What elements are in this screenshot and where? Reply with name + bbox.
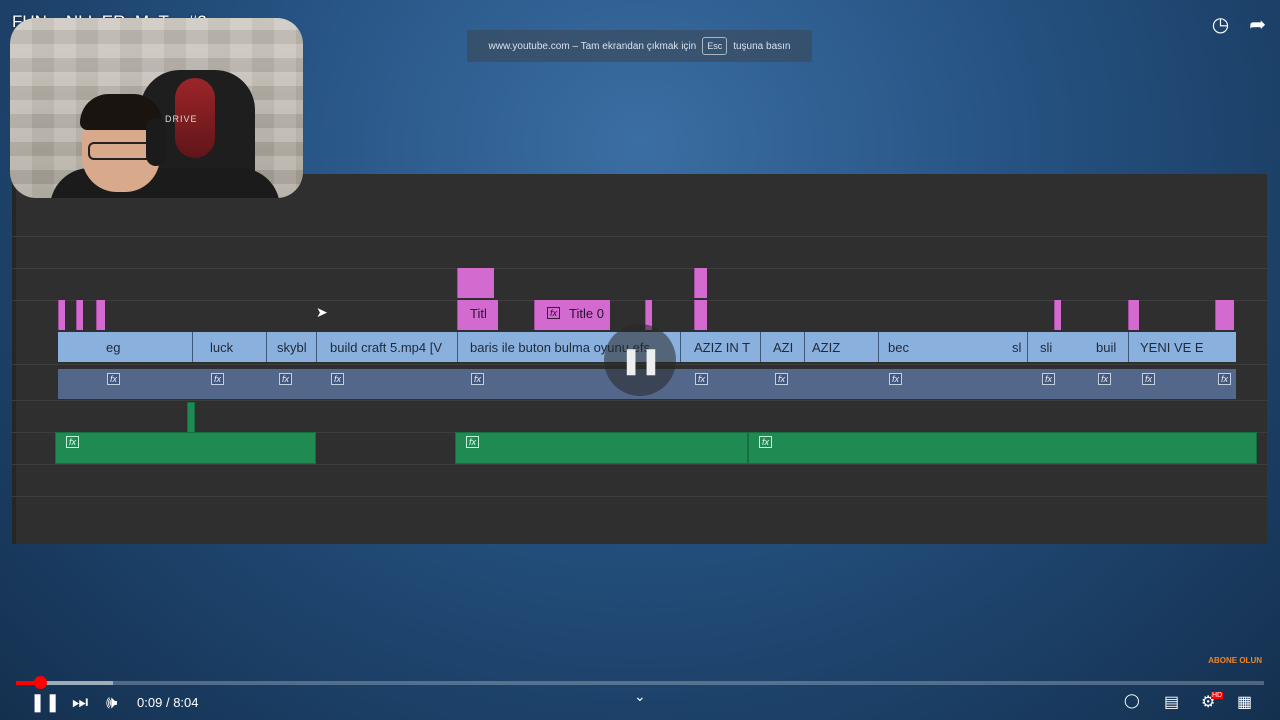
video-clip-label: bec: [888, 340, 909, 355]
track-header-column: [12, 174, 16, 544]
title-clip[interactable]: [1215, 300, 1234, 330]
fx-badge[interactable]: fx: [695, 373, 709, 385]
green-clip[interactable]: fx: [55, 432, 316, 464]
clip-boundary: [266, 332, 267, 362]
exit-fullscreen-icon[interactable]: ▦: [1237, 692, 1252, 712]
video-clip-label: sli: [1040, 340, 1053, 355]
fx-badge[interactable]: fx: [331, 373, 345, 385]
clip-boundary: [192, 332, 193, 362]
video-clip-label: build craft 5.mp4 [V: [330, 340, 442, 355]
title-clip[interactable]: [76, 300, 83, 330]
hd-badge: HD: [1211, 692, 1224, 699]
title-clip-stack[interactable]: [457, 268, 494, 298]
chair-logo: DRIVE: [165, 114, 198, 124]
title-clip-label: Title 0: [569, 306, 604, 321]
person-body: [50, 168, 280, 198]
clip-boundary: [457, 332, 458, 362]
pause-icon: ❚❚: [620, 344, 662, 375]
toast-prefix: www.youtube.com – Tam ekrandan çıkmak iç…: [488, 40, 697, 52]
title-clip[interactable]: fx Title 0: [534, 300, 610, 330]
fx-badge[interactable]: fx: [1042, 373, 1056, 385]
track-row: [12, 300, 1267, 301]
current-time: 0:09: [137, 695, 163, 710]
mouse-cursor-icon: ➤: [316, 304, 328, 320]
title-clip-label: Titl: [470, 306, 487, 321]
duration: 8:04: [173, 695, 199, 710]
video-clip-label: buil: [1096, 340, 1117, 355]
title-clip[interactable]: [1128, 300, 1139, 330]
clip-boundary: [1027, 332, 1028, 362]
fx-badge[interactable]: fx: [107, 373, 121, 385]
next-button[interactable]: ⏭: [72, 692, 88, 713]
toast-suffix: tuşuna basın: [733, 40, 791, 52]
player-controls: ❚❚ ⏭ 🕪 0:09 / 8:04 ⌄ ◯ ▤ ⚙ HD ▦: [0, 688, 1280, 720]
autoplay-toggle[interactable]: ◯: [1124, 692, 1140, 709]
headset: [146, 118, 166, 166]
fullscreen-exit-toast: www.youtube.com – Tam ekrandan çıkmak iç…: [467, 30, 812, 62]
video-clip-label: AZIZ: [812, 340, 841, 355]
video-clip-label: luck: [210, 340, 234, 355]
fx-badge[interactable]: fx: [471, 373, 485, 385]
clip-boundary: [316, 332, 317, 362]
progress-bar[interactable]: [16, 676, 1264, 689]
volume-icon[interactable]: 🕪: [106, 692, 117, 713]
esc-key: Esc: [702, 37, 728, 55]
fx-badge: fx: [759, 436, 773, 448]
clip-boundary: [804, 332, 805, 362]
center-pause-overlay[interactable]: ❚❚: [604, 324, 676, 396]
title-clip[interactable]: [1054, 300, 1061, 330]
chevron-down-icon[interactable]: ⌄: [634, 688, 646, 705]
fx-badge[interactable]: fx: [1218, 373, 1232, 385]
clip-boundary: [1128, 332, 1129, 362]
video-clip-label: AZI: [773, 340, 794, 355]
title-clip[interactable]: [96, 300, 105, 330]
video-clip-label: skybl: [277, 340, 307, 355]
video-clip-label: AZIZ IN T: [694, 340, 751, 355]
top-icons: ◷ ➦: [1212, 12, 1266, 37]
track-row: [12, 400, 1267, 401]
fx-badge: fx: [466, 436, 480, 448]
fx-badge: fx: [66, 436, 80, 448]
video-clip-label: eg: [106, 340, 121, 355]
video-clip-label: sl: [1012, 340, 1022, 355]
title-clip[interactable]: [694, 300, 707, 330]
green-clip[interactable]: fx: [748, 432, 1257, 464]
fx-badge[interactable]: fx: [1098, 373, 1112, 385]
green-clip[interactable]: [187, 402, 195, 434]
webcam-overlay: DRIVE: [10, 18, 303, 198]
track-row: [12, 464, 1267, 465]
title-clip-stack[interactable]: [694, 268, 707, 298]
title-clip[interactable]: Titl: [457, 300, 498, 330]
clip-boundary: [760, 332, 761, 362]
track-row: [12, 236, 1267, 237]
clip-boundary: [878, 332, 879, 362]
track-row: [12, 496, 1267, 497]
fx-badge[interactable]: fx: [889, 373, 903, 385]
share-icon[interactable]: ➦: [1249, 12, 1266, 37]
title-clip[interactable]: [58, 300, 65, 330]
time-separator: /: [165, 695, 170, 710]
fx-badge: fx: [547, 307, 561, 319]
fx-badge[interactable]: fx: [775, 373, 789, 385]
green-clip[interactable]: fx: [455, 432, 748, 464]
fx-badge[interactable]: fx: [1142, 373, 1156, 385]
track-row: [12, 268, 1267, 269]
fx-badge[interactable]: fx: [279, 373, 293, 385]
subtitles-icon[interactable]: ▤: [1164, 692, 1179, 712]
time-display: 0:09 / 8:04: [137, 695, 199, 710]
pause-button[interactable]: ❚❚: [30, 692, 60, 713]
fx-badge[interactable]: fx: [211, 373, 225, 385]
clip-boundary: [680, 332, 681, 362]
clock-icon[interactable]: ◷: [1212, 12, 1229, 37]
channel-watermark[interactable]: ABONE OLUN: [1208, 656, 1262, 665]
video-clip-label: YENI VE E: [1140, 340, 1204, 355]
